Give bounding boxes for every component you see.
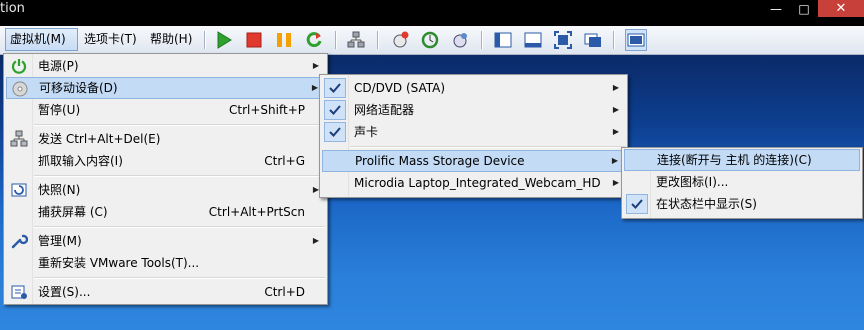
- menu-item-label: CD/DVD (SATA): [354, 81, 446, 95]
- toolbar-separator: [613, 31, 615, 49]
- checkmark-icon: [626, 194, 648, 214]
- menu-item-label: 电源(P): [38, 59, 79, 73]
- restart-icon[interactable]: [304, 30, 324, 50]
- submenu-arrow-icon: ▶: [612, 127, 619, 136]
- minimize-icon: —: [770, 1, 782, 16]
- power-on-icon[interactable]: [214, 30, 234, 50]
- snapshot-manager-icon[interactable]: [450, 30, 470, 50]
- menu-item-label: 连接(断开与 主机 的连接)(C): [657, 153, 812, 167]
- toolbar-separator: [335, 31, 337, 49]
- menu-item-cd-dvd[interactable]: CD/DVD (SATA) ▶: [322, 77, 625, 99]
- network-icon[interactable]: [346, 30, 366, 50]
- revert-snapshot-icon[interactable]: [420, 30, 440, 50]
- snapshot-icon[interactable]: [390, 30, 410, 50]
- unity-view-icon[interactable]: [583, 30, 603, 50]
- close-button[interactable]: ✕: [818, 0, 864, 17]
- settings-icon: [11, 285, 27, 299]
- menu-item-change-icon[interactable]: 更改图标(I)...: [624, 171, 860, 193]
- minimize-button[interactable]: —: [762, 0, 790, 17]
- submenu-arrow-icon: ▶: [612, 178, 619, 187]
- menu-separator: [34, 226, 325, 228]
- menu-item-label: 暂停(U): [38, 103, 81, 117]
- menu-item-label: 设置(S)...: [38, 285, 91, 299]
- menu-item-manage[interactable]: 管理(M) ▶: [6, 230, 325, 252]
- menu-item-shortcut: Ctrl+Shift+P: [229, 103, 305, 117]
- checkmark-icon: [324, 78, 346, 98]
- power-icon: [11, 59, 27, 74]
- menu-item-connect[interactable]: 连接(断开与 主机 的连接)(C): [624, 149, 860, 171]
- menu-item-label: Prolific Mass Storage Device: [355, 154, 525, 168]
- library-view-icon[interactable]: [493, 30, 513, 50]
- title-bar: tion — □ ✕: [0, 0, 864, 26]
- menu-tabs[interactable]: 选项卡(T): [80, 29, 141, 50]
- submenu-arrow-icon: ▶: [612, 83, 619, 92]
- menu-item-shortcut: Ctrl+Alt+PrtScn: [208, 205, 305, 219]
- toolbar-separator: [377, 31, 379, 49]
- menu-separator: [350, 146, 625, 148]
- cd-icon: [12, 81, 28, 97]
- menu-item-shortcut: Ctrl+G: [264, 154, 305, 168]
- menu-item-label: 可移动设备(D): [39, 81, 118, 95]
- removable-devices-submenu: CD/DVD (SATA) ▶ 网络适配器 ▶ 声卡 ▶ Prolific Ma…: [319, 74, 628, 198]
- full-screen-icon[interactable]: [553, 30, 573, 50]
- submenu-arrow-icon: ▶: [311, 83, 318, 92]
- menu-item-pause[interactable]: 暂停(U) Ctrl+Shift+P: [6, 99, 325, 121]
- snapshot-icon: [11, 183, 27, 197]
- menu-item-power[interactable]: 电源(P) ▶: [6, 55, 325, 77]
- menu-vm[interactable]: 虚拟机(M): [5, 28, 78, 51]
- stop-icon[interactable]: [244, 30, 264, 50]
- menu-separator: [34, 175, 325, 177]
- menu-help[interactable]: 帮助(H): [146, 29, 196, 50]
- toolbar-separator: [481, 31, 483, 49]
- console-view-icon[interactable]: [523, 30, 543, 50]
- menu-item-grab-input[interactable]: 抓取输入内容(I) Ctrl+G: [6, 150, 325, 172]
- menu-item-reinstall-tools[interactable]: 重新安装 VMware Tools(T)...: [6, 252, 325, 274]
- menu-item-label: Microdia Laptop_Integrated_Webcam_HD: [354, 176, 601, 190]
- menu-item-settings[interactable]: 设置(S)... Ctrl+D: [6, 281, 325, 303]
- submenu-arrow-icon: ▶: [312, 236, 319, 245]
- prolific-device-submenu: 连接(断开与 主机 的连接)(C) 更改图标(I)... 在状态栏中显示(S): [621, 147, 863, 219]
- maximize-icon: □: [798, 1, 810, 16]
- menu-item-label: 更改图标(I)...: [656, 175, 729, 189]
- thumbnail-view-icon[interactable]: [625, 29, 647, 51]
- menu-item-shortcut: Ctrl+D: [264, 285, 305, 299]
- pause-icon[interactable]: [274, 30, 294, 50]
- submenu-arrow-icon: ▶: [612, 105, 619, 114]
- menu-item-prolific-storage[interactable]: Prolific Mass Storage Device ▶: [322, 150, 625, 172]
- menu-separator: [34, 124, 325, 126]
- toolbar: 虚拟机(M) 选项卡(T) 帮助(H): [0, 26, 864, 55]
- menu-item-capture-screen[interactable]: 捕获屏幕 (C) Ctrl+Alt+PrtScn: [6, 201, 325, 223]
- menu-item-show-in-statusbar[interactable]: 在状态栏中显示(S): [624, 193, 860, 215]
- menu-item-network-adapter[interactable]: 网络适配器 ▶: [322, 99, 625, 121]
- menu-item-label: 管理(M): [38, 234, 82, 248]
- window-title: tion: [0, 1, 25, 16]
- checkmark-icon: [324, 100, 346, 120]
- menu-item-snapshot[interactable]: 快照(N) ▶: [6, 179, 325, 201]
- keyboard-network-icon: [10, 130, 28, 147]
- menu-item-label: 快照(N): [38, 183, 81, 197]
- menu-item-removable-devices[interactable]: 可移动设备(D) ▶: [6, 77, 325, 99]
- submenu-arrow-icon: ▶: [611, 156, 618, 165]
- menu-item-sound-card[interactable]: 声卡 ▶: [322, 121, 625, 143]
- menu-item-label: 声卡: [354, 125, 379, 139]
- maximize-button[interactable]: □: [790, 0, 818, 17]
- menu-item-label: 捕获屏幕 (C): [38, 205, 108, 219]
- menu-item-send-ctrl-alt-del[interactable]: 发送 Ctrl+Alt+Del(E): [6, 128, 325, 150]
- menu-item-label: 网络适配器: [354, 103, 415, 117]
- toolbar-separator: [204, 31, 206, 49]
- menu-separator: [34, 277, 325, 279]
- vm-menu: 电源(P) ▶ 可移动设备(D) ▶ 暂停(U) Ctrl+Shift+P 发送…: [3, 53, 328, 305]
- menu-item-label: 抓取输入内容(I): [38, 154, 123, 168]
- menu-item-label: 在状态栏中显示(S): [656, 197, 757, 211]
- wrench-icon: [11, 234, 28, 249]
- menu-item-webcam[interactable]: Microdia Laptop_Integrated_Webcam_HD ▶: [322, 172, 625, 194]
- checkmark-icon: [324, 122, 346, 142]
- close-icon: ✕: [835, 1, 847, 16]
- menu-item-label: 重新安装 VMware Tools(T)...: [38, 256, 200, 270]
- menu-item-label: 发送 Ctrl+Alt+Del(E): [38, 132, 161, 146]
